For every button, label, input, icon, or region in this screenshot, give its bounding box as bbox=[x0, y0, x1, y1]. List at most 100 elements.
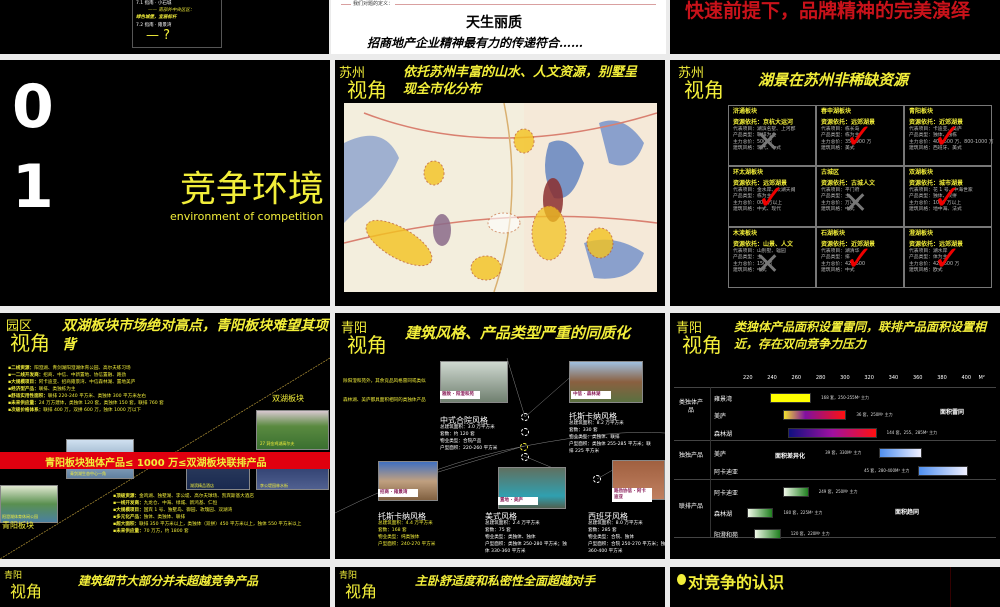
axis-tick-label: 360 bbox=[912, 375, 923, 381]
guide-line: 7.1 指南 · 小石城 bbox=[136, 1, 172, 6]
slide-tag: 视角 bbox=[684, 78, 724, 102]
check-icon: ✓ bbox=[845, 117, 874, 157]
guide-line: 绿色城堡，宜居标杆 bbox=[136, 15, 177, 20]
info-line: 物业类型：合院、独体 bbox=[588, 535, 634, 540]
qingyang-label: 青阳板块 bbox=[2, 521, 34, 530]
axis-tick-label: 380 bbox=[937, 375, 947, 381]
info-line: 户型面积：240-270 平方米 bbox=[378, 542, 436, 547]
info-line: 户型面积：类独体 250-280 平方米；独体 330-360 平方米 bbox=[485, 542, 567, 554]
slide-thumbnail-competition[interactable]: 对竞争的认识 bbox=[670, 567, 1000, 607]
check-icon: ✓ bbox=[933, 239, 962, 279]
bullet-item: ▪大规模项目：国宾 1 号、独墅岛、御园、玫瑰园、双湖湾 bbox=[113, 508, 233, 513]
definition-title: 天生丽质 bbox=[466, 15, 522, 31]
project-info: 西班牙风格 总建筑面积：8.0 万平方米 套数：285 套物业类型：合院、独体 户型面… bbox=[588, 513, 665, 555]
slide-thumbnail-brand[interactable]: 快速前提下，品牌精神的完美演绎 bbox=[670, 0, 1000, 54]
photo-caption: 青剑湖生态中心一角 bbox=[70, 471, 106, 476]
info-line: 总建筑面积：4.4 万平方米 bbox=[378, 521, 433, 526]
grid-line bbox=[674, 387, 996, 388]
cross-icon: ✕ bbox=[755, 247, 781, 282]
shuanghu-bullets: ▪二线资源：阳澄湖、青剑湖阳澄湖体育公园、高尔夫练习场 ▪一二线开发商：招商、中信… bbox=[8, 365, 164, 414]
slide-thumbnail-bedroom[interactable]: 青阳 视角 主卧舒适度和私密性全面超越对手 bbox=[335, 567, 665, 607]
table-cell: 木渎板块 资源依托：山景、人文 代表项目：山别墅、辐园 产品类型：主 主力总价：150 … bbox=[728, 227, 816, 288]
project-name: 阿卡迪亚 bbox=[714, 490, 739, 497]
grid-line bbox=[710, 387, 711, 537]
slide-thumbnail-details[interactable]: 青阳 视角 建筑细节大部分并未超越竞争产品 bbox=[0, 567, 330, 607]
bullet-key: 顶级资源： bbox=[116, 494, 140, 499]
axis-tick-label: 280 bbox=[815, 375, 826, 381]
slide-thumbnail-map[interactable]: 苏州 视角 依托苏州丰富的山水、人文资源，别墅呈现全市化分布 bbox=[335, 60, 665, 306]
project-style: 美式风格 bbox=[485, 512, 517, 521]
slide-thumbnail-definition[interactable]: 我们对题的定义： 天生丽质 招商地产企业精神最有力的传递符合…… bbox=[331, 0, 666, 54]
bullet-item: ▪多元化产品：独体、类独体、联排 bbox=[113, 515, 186, 520]
info-line: 总建筑面积：8.2 万平方米 bbox=[569, 421, 624, 426]
slide-thumbnail-area-chart[interactable]: 青阳 视角 类独体产品面积设置雷同，联排产品面积设置相近，存在双向竞争力压力 2… bbox=[670, 313, 1000, 559]
bullet-item: ▪舒适实用性面积：联排 220-240 平方米、类独体 300 平方米左右 bbox=[8, 394, 147, 399]
location-marker bbox=[521, 453, 529, 461]
table-cell: 环太湖板块 资源依托：远郊湖景 代表项目：金水岸、太湖天阙 产品类型：栋为主 主力总价：… bbox=[728, 166, 816, 227]
bar-label: 249 套，250M² 主力 bbox=[818, 489, 858, 494]
info-line: 套数：330 套 bbox=[569, 428, 598, 433]
block-name: 石湖板块 bbox=[821, 230, 846, 237]
info-line: 物业类型：合院产品 bbox=[440, 439, 482, 444]
bullet-key: 多元化产品： bbox=[116, 515, 144, 520]
bar-label: 120 套，220M² 主力 bbox=[790, 531, 830, 536]
area-highlight bbox=[470, 255, 502, 281]
slide-thumbnail-park[interactable]: 园区 视角 双湖板块市场绝对高点，青阳板块难望其项背 ▪二线资源：阳澄湖、青剑湖… bbox=[0, 313, 330, 559]
qingyang-bullets: ▪顶级资源：金鸡湖、独墅湖、李公堤、高尔夫球场、凯宾斯基大酒店 ▪一线开发商：九龙… bbox=[113, 493, 328, 535]
block-name: 木渎板块 bbox=[733, 230, 758, 237]
project-name: 阿卡迪亚 bbox=[714, 469, 739, 476]
range-bar bbox=[917, 466, 968, 476]
project-label: 置地 · 美庐 bbox=[498, 497, 538, 505]
axis-tick-label: 220 bbox=[743, 375, 753, 381]
group-note: 面积差异化 bbox=[775, 453, 806, 460]
axis-tick-label: 320 bbox=[864, 375, 874, 381]
bullet-key: 一二线开发商： bbox=[11, 373, 44, 378]
area-highlight bbox=[513, 128, 535, 154]
bullet-dot-icon bbox=[677, 574, 686, 585]
bar-label: 168 套，250-255M² 主力 bbox=[821, 395, 870, 400]
info-line: 套数：168 套 bbox=[378, 528, 407, 533]
check-icon: ✓ bbox=[933, 178, 962, 218]
project-info: 托斯卡纳风格 总建筑面积：4.4 万平方米 套数：168 套物业类型：纯类独体 户型面… bbox=[378, 513, 463, 548]
area-highlight bbox=[423, 160, 445, 186]
slide-tag: 视角 bbox=[345, 582, 378, 601]
shuanghu-label: 双湖板块 bbox=[272, 394, 304, 403]
range-bar bbox=[788, 428, 877, 438]
slide-title: 湖景在苏州非稀缺资源 bbox=[758, 71, 909, 89]
bullet-item: ▪顶级资源：金鸡湖、独墅湖、李公堤、高尔夫球场、凯宾斯基大酒店 bbox=[113, 494, 254, 499]
slide-tag: 视角 bbox=[347, 78, 387, 102]
axis-tick-label: 240 bbox=[767, 375, 777, 381]
slide-thumbnail-lake-table[interactable]: 苏州 视角 湖景在苏州非稀缺资源 浒通板块 资源依托：京杭大运河 代表项目：湖滨名墅… bbox=[670, 60, 1000, 306]
project-label: 路劲协信 · 阿卡迪亚 bbox=[612, 488, 652, 502]
block-name: 双湖板块 bbox=[909, 169, 934, 176]
check-icon: ✓ bbox=[757, 178, 786, 218]
info-line: 户型面积：220-260 平方米 bbox=[440, 446, 498, 451]
bar-label: 144 套，255、285M² 主力 bbox=[886, 430, 938, 435]
info-line: 套数：75 套 bbox=[485, 528, 511, 533]
info-line: 总建筑面积：3.0 万平方米 bbox=[440, 425, 495, 430]
project-label: 雅致 · 阳澄和苑 bbox=[440, 391, 480, 399]
slide-thumbnail-section-01[interactable]: 0 1 竞争环境 environment of competition bbox=[0, 60, 330, 306]
grid-line bbox=[674, 440, 996, 441]
axis-tick-label: 400 bbox=[961, 375, 972, 381]
info-line: 户型面积：合院 250-270 平方米；独体 360-400 平方米 bbox=[588, 542, 665, 554]
guide-line: —— 南部外中央区区： bbox=[148, 8, 195, 13]
info-line: 套数：285 套 bbox=[588, 528, 617, 533]
bullet-value: 国宾 1 号、独墅岛、御园、玫瑰园、双湖湾 bbox=[143, 508, 233, 513]
slide-thumbnail-style[interactable]: 青阳 视角 建筑风格、产品类型严重的同质化 除阳澄和苑外，其余竞品风格雷同或类似… bbox=[335, 313, 665, 559]
bar-label: 39 套，330M² 主力 bbox=[825, 450, 862, 455]
slide-thumbnail-guide[interactable]: 7.1 指南 · 小石城 —— 南部外中央区区： 绿色城堡，宜居标杆 7.2 指… bbox=[0, 0, 329, 54]
bar-label: 36 套，250M² 主力 bbox=[856, 412, 893, 417]
photo-caption: 李公堤园林水街 bbox=[260, 483, 288, 488]
definition-subtitle: 招商地产企业精神最有力的传递符合…… bbox=[367, 36, 584, 50]
block-name: 古城区 bbox=[821, 169, 840, 176]
bullet-item: ▪经济型产品：联排、类独栋为主 bbox=[8, 387, 76, 392]
block-name: 浒通板块 bbox=[733, 108, 758, 115]
project-name: 美庐 bbox=[714, 413, 727, 420]
guide-line: — ? bbox=[146, 28, 171, 43]
project-name: 美庐 bbox=[714, 451, 727, 458]
bullet-key: 超大面积： bbox=[116, 522, 140, 527]
bullet-value: 70 万方，约 1800 套 bbox=[143, 529, 189, 534]
block-name: 环太湖板块 bbox=[733, 169, 764, 176]
cross-icon: ✕ bbox=[755, 125, 781, 160]
